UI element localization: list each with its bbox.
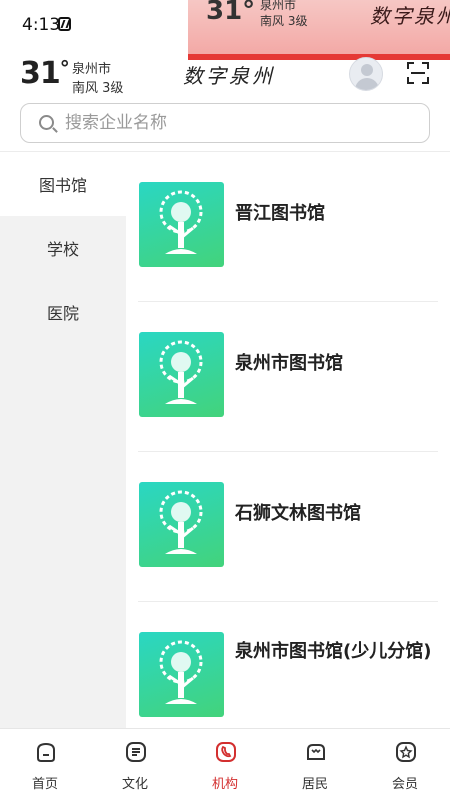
library-tree-thumbnail	[139, 482, 224, 567]
sidebar-item-label: 图书馆	[38, 176, 87, 195]
member-icon	[396, 742, 416, 762]
residents-icon	[307, 744, 325, 760]
home-icon	[37, 742, 55, 762]
institution-name: 泉州市图书馆	[235, 353, 343, 374]
list-item[interactable]: 石狮文林图书馆	[138, 452, 438, 602]
tab-member[interactable]: 会员	[360, 729, 450, 800]
overlay-brand-logo: 数字泉州	[370, 4, 450, 28]
search-bar[interactable]	[20, 103, 430, 143]
tab-label: 会员	[391, 777, 418, 792]
library-tree-thumbnail	[139, 182, 224, 267]
institution-name: 泉州市图书馆(少儿分馆)	[235, 641, 432, 662]
sidebar-item-library[interactable]: 图书馆	[0, 152, 126, 216]
overlay-wind: 南风 3级	[260, 14, 308, 28]
weather-wind: 南风 3级	[72, 81, 124, 96]
tab-residents[interactable]: 居民	[270, 729, 360, 800]
overlay-temperature: 31°	[206, 0, 256, 26]
tab-institution[interactable]: 机构	[180, 729, 270, 800]
sidebar-item-label: 学校	[46, 240, 79, 259]
tab-culture[interactable]: 文化	[90, 729, 180, 800]
culture-icon	[126, 742, 146, 762]
institution-name: 石狮文林图书馆	[235, 503, 361, 524]
avatar[interactable]	[349, 57, 383, 91]
library-tree-thumbnail	[139, 632, 224, 717]
institution-name: 晋江图书馆	[235, 203, 325, 224]
weather-temperature: 31°	[20, 56, 70, 91]
list-item[interactable]: 晋江图书馆	[138, 152, 438, 302]
list-item[interactable]: 泉州市图书馆	[138, 302, 438, 452]
status-time: 4:13	[22, 15, 61, 35]
institution-list: 晋江图书馆 泉州市图书馆 石狮文林图书馆 泉州市图书馆(少儿分馆)	[126, 152, 450, 728]
search-input[interactable]	[65, 104, 415, 142]
degree-symbol: °	[59, 56, 70, 80]
weather-city: 泉州市	[72, 62, 112, 77]
category-sidebar: 图书馆 学校 医院	[0, 152, 126, 728]
search-icon	[39, 115, 54, 130]
sidebar-item-school[interactable]: 学校	[0, 216, 126, 280]
tab-label: 机构	[211, 777, 238, 792]
library-tree-thumbnail	[139, 332, 224, 417]
tab-home[interactable]: 首页	[0, 729, 90, 800]
floating-overlay-banner[interactable]: 31° 泉州市 南风 3级 数字泉州	[188, 0, 450, 60]
tab-label: 文化	[121, 777, 148, 792]
bottom-nav: 首页 文化 机构 居民 会员	[0, 728, 450, 800]
sidebar-item-label: 医院	[46, 304, 79, 323]
institution-icon	[216, 742, 236, 762]
weather-temperature-value: 31	[20, 56, 61, 91]
tab-label: 首页	[31, 777, 58, 792]
brand-logo: 数字泉州	[183, 64, 275, 88]
list-item[interactable]: 泉州市图书馆(少儿分馆)	[138, 602, 438, 728]
nfc-icon	[58, 17, 71, 31]
scan-icon[interactable]	[407, 62, 429, 84]
tab-label: 居民	[301, 777, 328, 792]
sidebar-item-hospital[interactable]: 医院	[0, 280, 126, 344]
